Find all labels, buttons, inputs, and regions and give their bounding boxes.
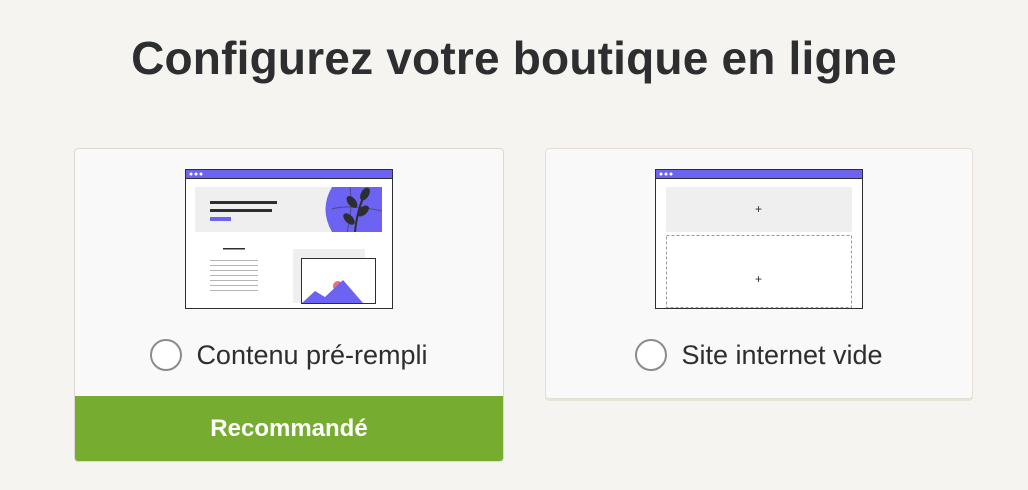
option-row-empty[interactable]: Site internet vide <box>546 339 972 371</box>
option-label-prefilled: Contenu pré-rempli <box>196 339 428 370</box>
option-label-empty: Site internet vide <box>681 339 883 370</box>
empty-site-illustration <box>655 169 863 309</box>
page-title: Configurez votre boutique en ligne <box>131 32 897 84</box>
option-card-prefilled[interactable]: Contenu pré-rempli Recommandé <box>74 148 504 462</box>
radio-empty[interactable] <box>635 339 668 371</box>
recommended-badge: Recommandé <box>75 396 503 461</box>
option-row-prefilled[interactable]: Contenu pré-rempli <box>75 339 503 371</box>
add-section-icon-bottom[interactable]: + <box>755 272 762 286</box>
add-section-icon-top[interactable]: + <box>755 202 762 216</box>
option-card-empty[interactable]: + + Site internet vide <box>545 148 973 399</box>
radio-prefilled[interactable] <box>150 339 183 371</box>
prefilled-site-illustration <box>185 169 393 309</box>
